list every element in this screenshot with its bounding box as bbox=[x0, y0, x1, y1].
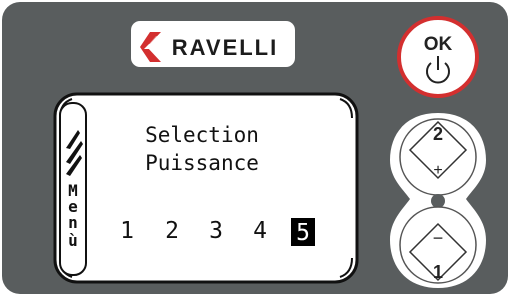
display-title-line1: Selection bbox=[145, 123, 259, 147]
minus-button[interactable]: − 1 bbox=[399, 206, 477, 284]
ok-button[interactable]: OK bbox=[397, 16, 479, 98]
minus-icon: − bbox=[433, 228, 444, 248]
brand-name: RAVELLI bbox=[172, 35, 278, 60]
plus-icon: + bbox=[433, 162, 442, 179]
menu-letter-n: n bbox=[68, 213, 78, 232]
panel-svg: RAVELLI M e n ù Selection Puissance 1 2 … bbox=[0, 0, 510, 296]
plus-button-number: 2 bbox=[433, 124, 443, 144]
display-title-line2: Puissance bbox=[145, 151, 259, 175]
ok-button-label: OK bbox=[424, 34, 453, 55]
plus-button[interactable]: 2 + bbox=[399, 118, 477, 196]
level-option-5-selected[interactable]: 5 bbox=[296, 220, 310, 246]
level-option-1[interactable]: 1 bbox=[120, 218, 134, 244]
rocker-center-dot bbox=[431, 194, 445, 208]
control-panel: RAVELLI M e n ù Selection Puissance 1 2 … bbox=[0, 0, 510, 296]
brand-logo: RAVELLI bbox=[131, 21, 295, 67]
level-option-3[interactable]: 3 bbox=[209, 218, 223, 244]
level-option-2[interactable]: 2 bbox=[165, 218, 179, 244]
menu-letter-u: ù bbox=[68, 231, 78, 250]
lcd-display: M e n ù Selection Puissance 1 2 3 4 5 bbox=[53, 92, 359, 284]
minus-button-number: 1 bbox=[433, 262, 443, 282]
level-option-4[interactable]: 4 bbox=[253, 218, 267, 244]
